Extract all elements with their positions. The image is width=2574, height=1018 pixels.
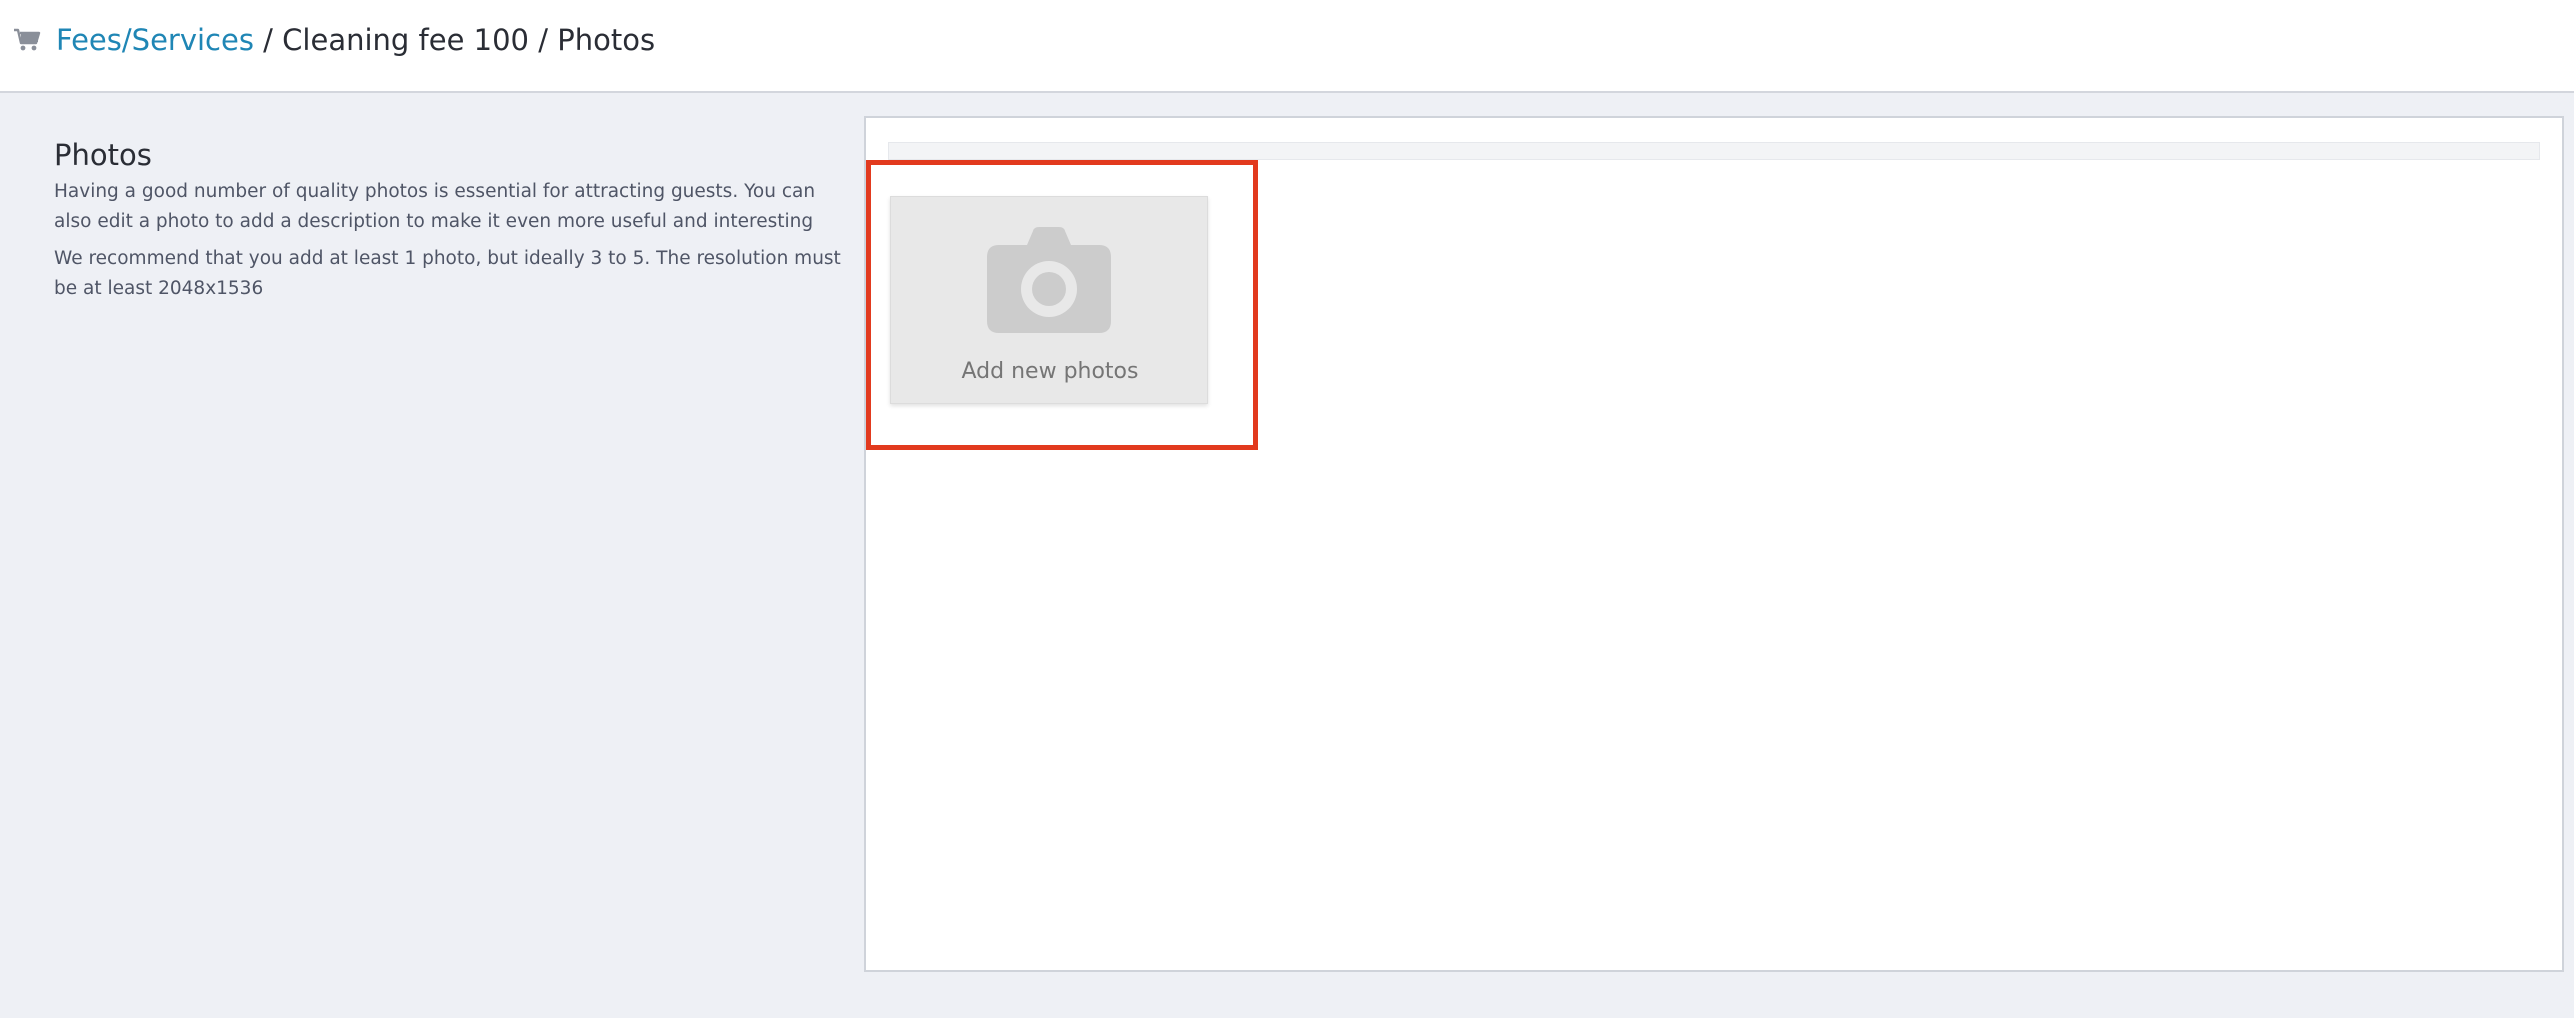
breadcrumb-link-fees-services[interactable]: Fees/Services [56,23,254,57]
camera-icon [987,227,1111,333]
section-recommendation: We recommend that you add at least 1 pho… [54,248,841,299]
breadcrumb-separator: / [538,23,558,57]
add-new-photos-label: Add new photos [961,359,1139,384]
add-new-photos-button[interactable]: Add new photos [890,196,1208,404]
breadcrumb-item-cleaning-fee: Cleaning fee 100 [282,23,529,57]
top-bar: Fees/Services / Cleaning fee 100 / Photo… [0,0,2574,93]
upload-progress-strip [888,142,2540,160]
section-description: Having a good number of quality photos i… [54,181,816,232]
photos-info-panel: Photos Having a good number of quality p… [54,135,844,304]
cart-icon [14,28,41,51]
section-title: Photos [54,138,152,172]
breadcrumb: Fees/Services / Cleaning fee 100 / Photo… [56,20,655,60]
photo-uploader-panel: Add new photos [864,116,2564,972]
breadcrumb-current-page: Photos [557,23,656,57]
breadcrumb-separator: / [263,23,283,57]
